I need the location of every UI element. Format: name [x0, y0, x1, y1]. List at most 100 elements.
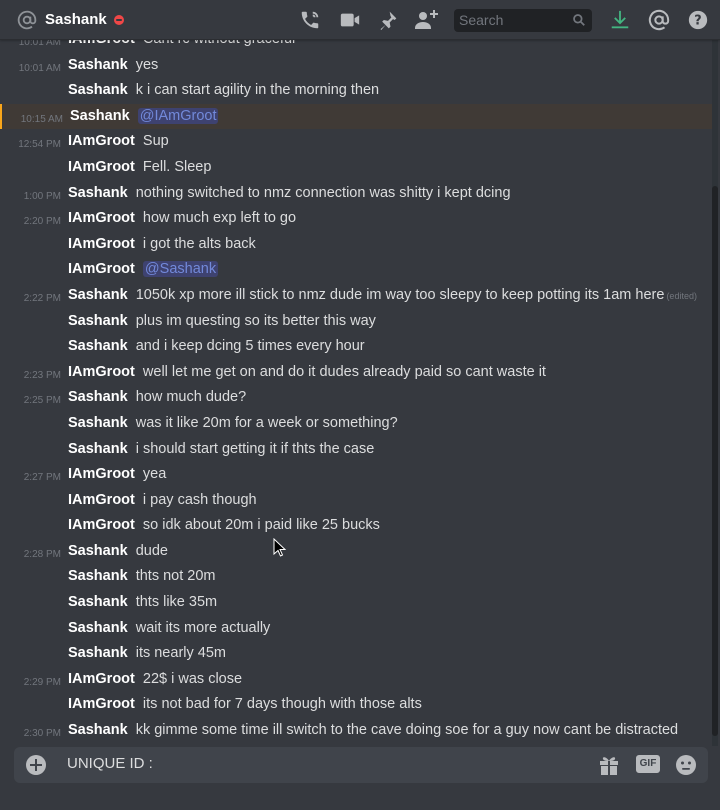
- message-author[interactable]: Sashank: [68, 543, 128, 559]
- message-author[interactable]: IAmGroot: [68, 210, 135, 226]
- message-row[interactable]: Sashank wait its more actually: [0, 616, 712, 642]
- message-line: Sashank how much dude?: [68, 387, 246, 407]
- message-author[interactable]: Sashank: [68, 568, 128, 584]
- message-row[interactable]: 2:30 PM Sashank kk gimme some time ill sw…: [0, 718, 712, 744]
- message-row[interactable]: Sashank thts not 20m: [0, 564, 712, 590]
- message-text: nothing switched to nmz connection was s…: [135, 184, 511, 201]
- message-text: wait its more actually: [135, 619, 271, 636]
- message-line: Sashank k i can start agility in the mor…: [68, 80, 379, 100]
- message-row[interactable]: 2:28 PM Sashank dude: [0, 539, 712, 565]
- message-text: how much exp left to go: [142, 210, 297, 227]
- user-mention[interactable]: @Sashank: [142, 261, 219, 278]
- search-input[interactable]: Search: [454, 9, 592, 32]
- message-row[interactable]: Sashank thts like 35m: [0, 590, 712, 616]
- svg-text:?: ?: [694, 14, 701, 29]
- message-author[interactable]: IAmGroot: [68, 671, 135, 687]
- message-composer[interactable]: UNIQUE ID : GIF: [14, 747, 708, 783]
- message-input[interactable]: UNIQUE ID :: [67, 755, 153, 772]
- gif-button[interactable]: GIF: [636, 755, 660, 773]
- message-author[interactable]: Sashank: [68, 594, 128, 610]
- message-text: thts like 35m: [135, 594, 218, 611]
- message-text: its not bad for 7 days though with those…: [142, 696, 422, 713]
- message-row[interactable]: IAmGroot so idk about 20m i paid like 25…: [0, 513, 712, 539]
- message-text: and i keep dcing 5 times every hour: [135, 338, 365, 355]
- message-row[interactable]: Sashank and i keep dcing 5 times every h…: [0, 334, 712, 360]
- message-author[interactable]: Sashank: [68, 389, 128, 405]
- message-text: well let me get on and do it dudes alrea…: [142, 363, 546, 380]
- header-toolbar: [298, 8, 438, 32]
- message-line: IAmGroot its not bad for 7 days though w…: [68, 694, 422, 714]
- message-row[interactable]: 2:29 PM IAmGroot 22$ i was close: [0, 667, 712, 693]
- message-row[interactable]: IAmGroot @Sashank: [0, 257, 712, 283]
- message-author[interactable]: IAmGroot: [68, 261, 135, 277]
- message-line: IAmGroot i got the alts back: [68, 234, 256, 254]
- message-row[interactable]: Sashank was it like 20m for a week or so…: [0, 411, 712, 437]
- message-author[interactable]: IAmGroot: [68, 492, 135, 508]
- message-author[interactable]: Sashank: [68, 313, 128, 329]
- message-text: i pay cash though: [142, 491, 257, 508]
- message-row[interactable]: Sashank i should start getting it if tht…: [0, 437, 712, 463]
- message-row[interactable]: IAmGroot its not bad for 7 days though w…: [0, 692, 712, 718]
- message-row[interactable]: 12:54 PM IAmGroot Sup: [0, 129, 712, 155]
- emoji-icon[interactable]: [674, 753, 698, 777]
- message-row[interactable]: 2:20 PM IAmGroot how much exp left to go: [0, 206, 712, 232]
- message-author[interactable]: Sashank: [68, 415, 128, 431]
- message-author[interactable]: IAmGroot: [68, 133, 135, 149]
- message-row[interactable]: Sashank plus im questing so its better t…: [0, 309, 712, 335]
- message-row[interactable]: 2:22 PM Sashank 1050k xp more ill stick t…: [0, 283, 712, 309]
- message-author[interactable]: IAmGroot: [68, 159, 135, 175]
- add-friend-icon[interactable]: [414, 8, 438, 32]
- message-author[interactable]: IAmGroot: [68, 466, 135, 482]
- message-line: IAmGroot Sup: [68, 131, 169, 151]
- message-row[interactable]: IAmGroot i pay cash though: [0, 488, 712, 514]
- message-author[interactable]: Sashank: [70, 108, 130, 124]
- user-mention[interactable]: @IAmGroot: [137, 107, 219, 124]
- message-timestamp: 2:23 PM: [23, 369, 61, 381]
- message-line: Sashank 1050k xp more ill stick to nmz d…: [68, 285, 697, 306]
- video-icon[interactable]: [338, 8, 362, 32]
- message-author[interactable]: Sashank: [68, 645, 128, 661]
- message-row[interactable]: 2:27 PM IAmGroot yea: [0, 462, 712, 488]
- message-row[interactable]: Sashank its nearly 45m: [0, 641, 712, 667]
- download-icon[interactable]: [608, 8, 632, 32]
- message-line: IAmGroot @Sashank: [68, 259, 219, 279]
- pin-icon[interactable]: [376, 8, 400, 32]
- help-icon[interactable]: ?: [686, 8, 710, 32]
- message-author[interactable]: Sashank: [68, 620, 128, 636]
- message-author[interactable]: IAmGroot: [68, 364, 135, 380]
- message-author[interactable]: IAmGroot: [68, 517, 135, 533]
- message-row[interactable]: 2:23 PM IAmGroot well let me get on and d…: [0, 360, 712, 386]
- message-author[interactable]: Sashank: [68, 57, 128, 73]
- message-author[interactable]: Sashank: [68, 185, 128, 201]
- scrollbar-thumb[interactable]: [712, 186, 718, 736]
- message-text: i should start getting it if thts the ca…: [135, 440, 375, 457]
- message-author[interactable]: Sashank: [68, 287, 128, 303]
- message-line: Sashank kk gimme some time ill switch to…: [68, 720, 678, 740]
- message-author[interactable]: IAmGroot: [68, 236, 135, 252]
- message-author[interactable]: Sashank: [68, 338, 128, 354]
- message-row[interactable]: 2:25 PM Sashank how much dude?: [0, 385, 712, 411]
- message-list[interactable]: 10:01 AM IAmGroot Cant rc without gracefu…: [0, 34, 712, 746]
- message-row[interactable]: Sashank k i can start agility in the mor…: [0, 78, 712, 104]
- message-line: IAmGroot Fell. Sleep: [68, 157, 211, 177]
- upload-plus-icon[interactable]: [24, 753, 48, 777]
- message-author[interactable]: Sashank: [68, 441, 128, 457]
- message-row[interactable]: 10:15 AM Sashank @IAmGroot: [0, 103, 712, 130]
- message-row[interactable]: 1:00 PM Sashank nothing switched to nmz c…: [0, 181, 712, 207]
- message-author[interactable]: IAmGroot: [68, 696, 135, 712]
- message-row[interactable]: IAmGroot Fell. Sleep: [0, 155, 712, 181]
- call-icon[interactable]: [298, 8, 322, 32]
- message-line: IAmGroot how much exp left to go: [68, 208, 296, 228]
- message-row[interactable]: 10:01 AM Sashank yes: [0, 53, 712, 79]
- message-author[interactable]: Sashank: [68, 722, 128, 738]
- gift-icon[interactable]: [597, 753, 621, 777]
- message-text: 1050k xp more ill stick to nmz dude im w…: [135, 286, 665, 303]
- message-line: Sashank dude: [68, 541, 168, 561]
- message-timestamp: 2:27 PM: [23, 472, 61, 484]
- message-line: Sashank @IAmGroot: [70, 106, 219, 126]
- message-author[interactable]: Sashank: [68, 82, 128, 98]
- search-icon: [573, 14, 585, 26]
- message-line: Sashank wait its more actually: [68, 618, 270, 638]
- mentions-icon[interactable]: [647, 8, 671, 32]
- message-row[interactable]: IAmGroot i got the alts back: [0, 232, 712, 258]
